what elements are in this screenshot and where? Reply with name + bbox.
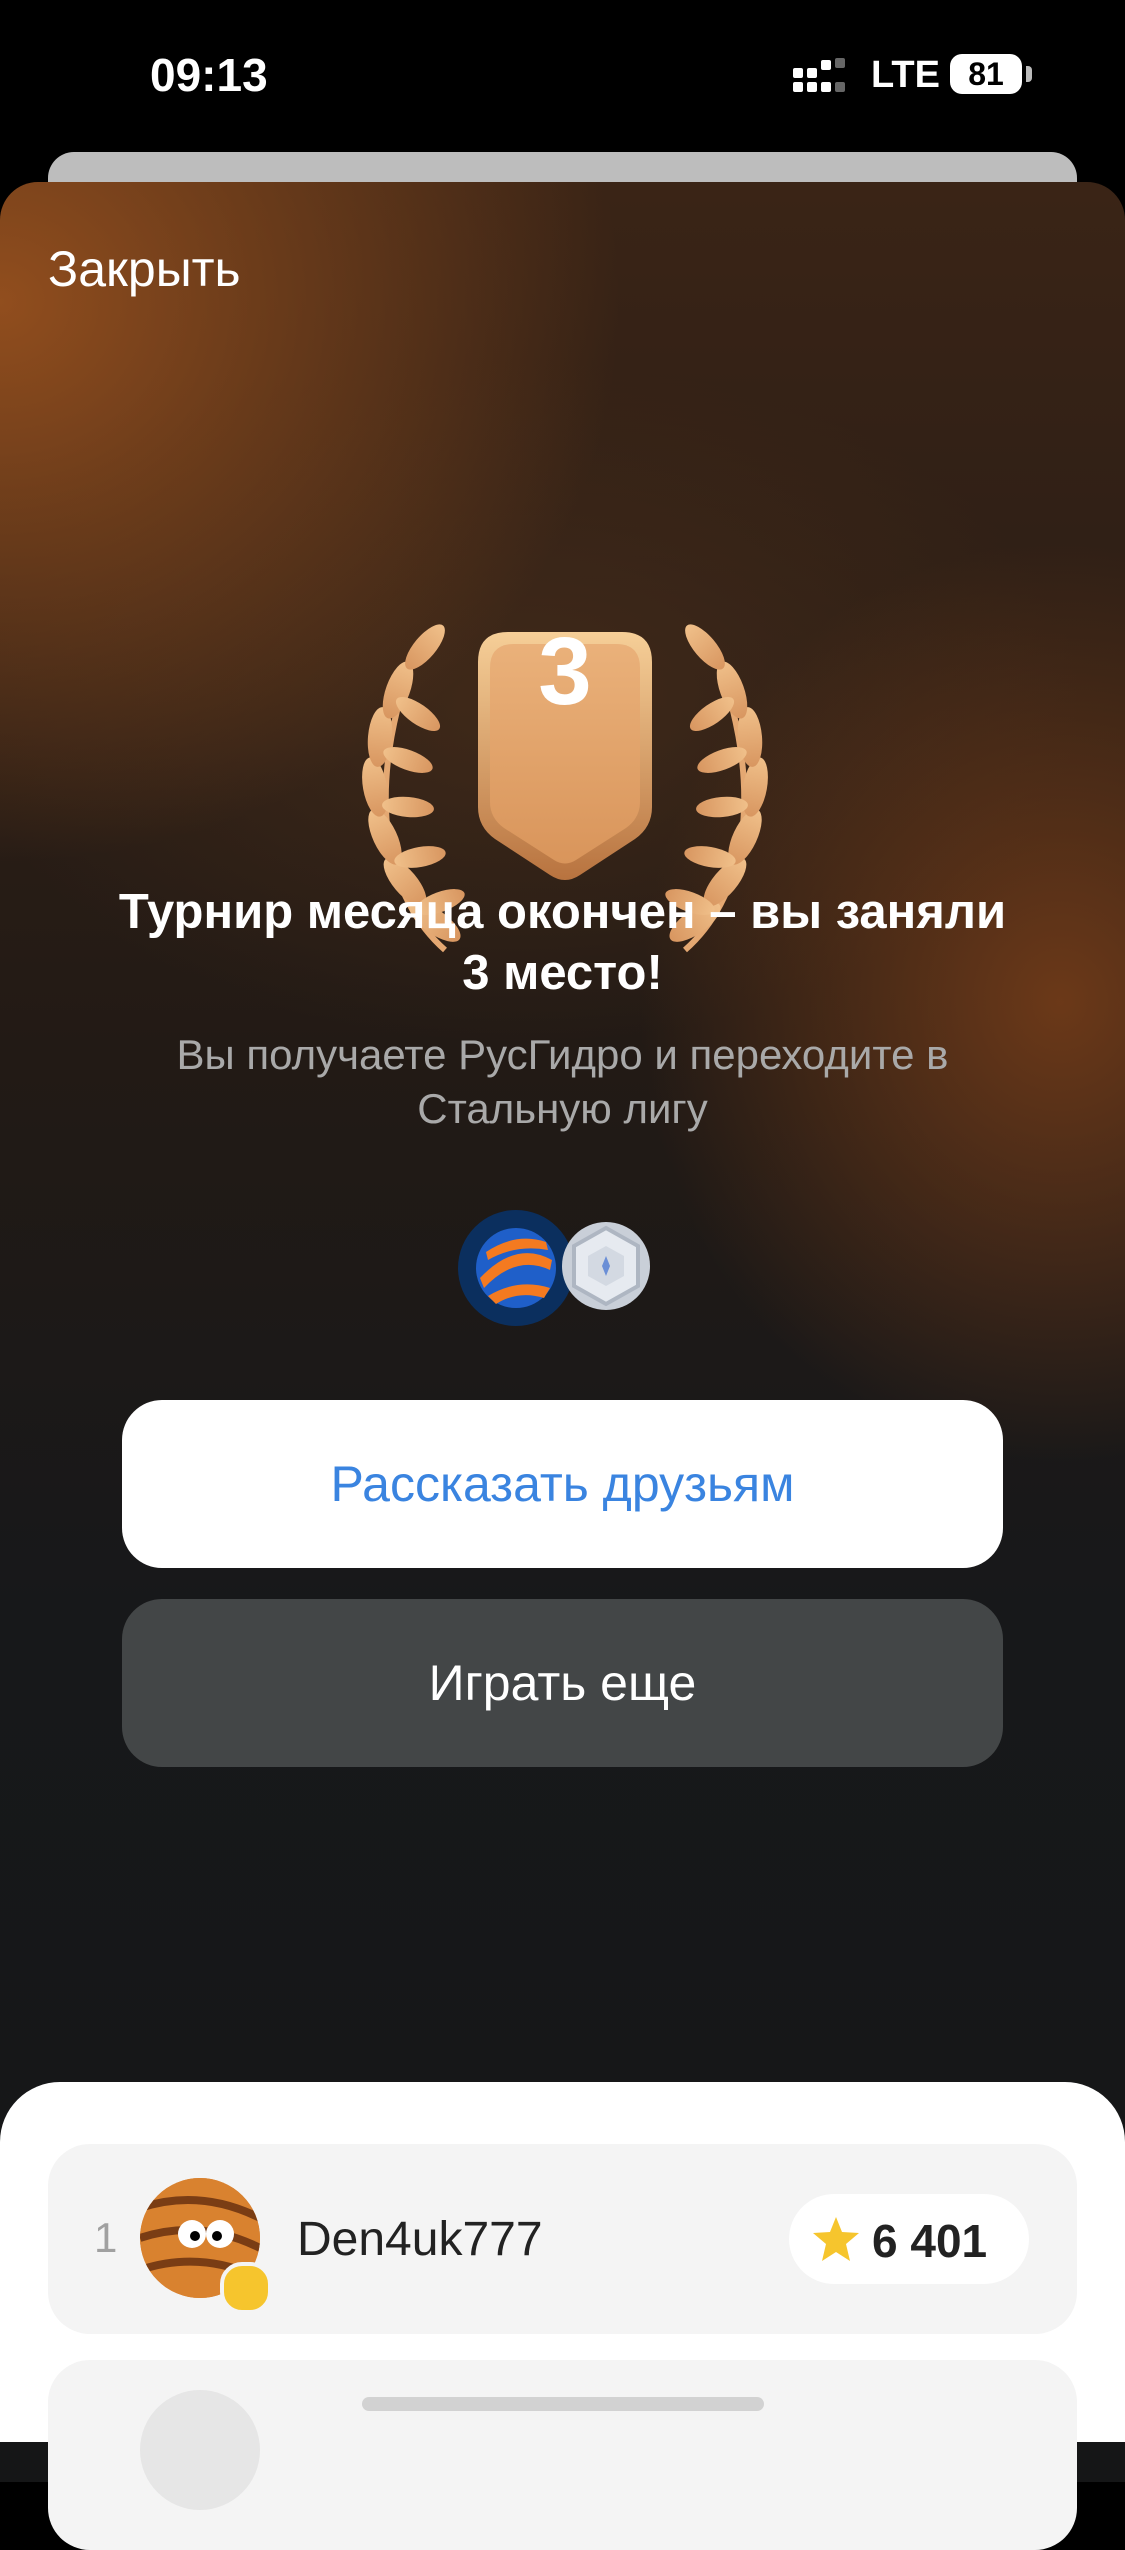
signal-icon (793, 58, 845, 92)
play-again-button[interactable]: Играть еще (122, 1599, 1003, 1767)
battery-tip (1026, 66, 1032, 82)
rank-number: 1 (94, 2214, 118, 2261)
status-time: 09:13 (150, 49, 268, 101)
star-icon (813, 2217, 859, 2261)
home-indicator (362, 2397, 764, 2411)
leaderboard-panel: 1 Den4uk777 6 401 (0, 2082, 1125, 2550)
status-bar: 09:13 LTE 81 (0, 0, 1125, 150)
result-headline: Турнир месяца окончен – вы заняли 3 мест… (118, 885, 1007, 1000)
reward-icons (458, 1208, 658, 1332)
steel-league-badge-icon (562, 1222, 650, 1310)
leaderboard-row[interactable] (48, 2360, 1077, 2550)
network-type: LTE (871, 54, 940, 96)
place-number: 3 (538, 618, 592, 725)
avatar (140, 2390, 260, 2510)
score-value: 6 401 (872, 2215, 988, 2267)
player-name: Den4uk777 (297, 2213, 543, 2266)
battery-icon: 81 (950, 54, 1022, 94)
score-badge: 6 401 (789, 2194, 1029, 2284)
result-description: Вы получаете РусГидро и переходите в Ста… (176, 1031, 949, 1132)
close-button[interactable]: Закрыть (48, 240, 241, 298)
rushydro-logo-icon (458, 1210, 574, 1326)
trophy-icon (220, 2262, 272, 2314)
leaderboard-row[interactable]: 1 Den4uk777 6 401 (48, 2144, 1077, 2334)
share-with-friends-button[interactable]: Рассказать друзьям (122, 1400, 1003, 1568)
